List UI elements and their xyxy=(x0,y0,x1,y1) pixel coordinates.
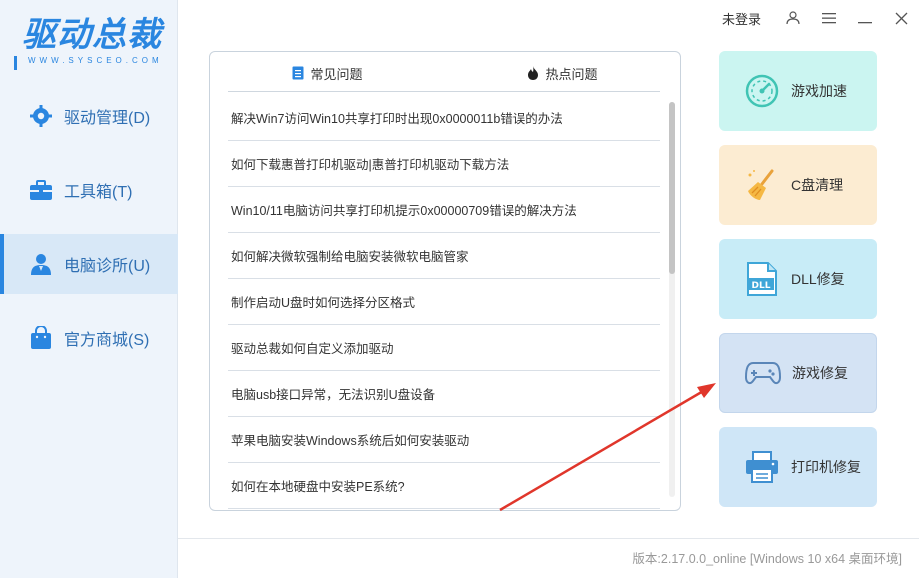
scrollbar-thumb[interactable] xyxy=(669,102,675,274)
faq-tabs: 常见问题 热点问题 xyxy=(210,52,680,94)
sidebar-item-driver-management[interactable]: 驱动管理(D) xyxy=(0,86,178,146)
doctor-icon xyxy=(28,251,54,277)
sidebar: 驱动总裁 WWW.SYSCEO.COM 驱动管理(D) 工具箱(T) 电脑诊所(… xyxy=(0,0,178,578)
tab-label: 常见问题 xyxy=(310,66,363,82)
dll-file-icon: DLL xyxy=(743,260,781,298)
sidebar-item-label: 驱动管理(D) xyxy=(64,110,151,127)
scrollbar[interactable] xyxy=(669,102,675,497)
card-label: 打印机修复 xyxy=(791,459,861,475)
svg-text:DLL: DLL xyxy=(752,281,771,291)
broom-icon xyxy=(743,166,781,204)
sidebar-item-pc-clinic[interactable]: 电脑诊所(U) xyxy=(0,234,178,294)
version-text: 版本:2.17.0.0_online [Windows 10 x64 桌面环境] xyxy=(632,552,902,566)
card-label: 游戏加速 xyxy=(791,83,847,99)
list-item[interactable]: Win10/11电脑访问共享打印机提示0x00000709错误的解决方法 xyxy=(228,187,660,233)
footer-divider xyxy=(178,538,919,539)
menu-icon[interactable] xyxy=(811,0,847,36)
printer-repair-button[interactable]: 打印机修复 xyxy=(719,427,877,507)
tab-hot-questions[interactable]: 热点问题 xyxy=(445,52,680,94)
dll-repair-button[interactable]: DLL DLL修复 xyxy=(719,239,877,319)
document-icon xyxy=(292,66,304,80)
list-item[interactable]: 苹果电脑安装Windows系统后如何安装驱动 xyxy=(228,417,660,463)
minimize-icon[interactable] xyxy=(847,0,883,36)
app-logo: 驱动总裁 WWW.SYSCEO.COM xyxy=(14,16,164,76)
card-label: C盘清理 xyxy=(791,177,844,193)
list-item[interactable]: 如何在本地硬盘中安装PE系统? xyxy=(228,463,660,509)
game-repair-button[interactable]: 游戏修复 xyxy=(719,333,877,413)
logo-text: 驱动总裁 xyxy=(22,16,162,54)
sidebar-item-official-store[interactable]: 官方商城(S) xyxy=(0,308,178,368)
c-drive-cleanup-button[interactable]: C盘清理 xyxy=(719,145,877,225)
logo-subtext: WWW.SYSCEO.COM xyxy=(28,56,163,65)
logo-accent-bar xyxy=(14,56,26,70)
tab-divider xyxy=(228,91,660,92)
close-icon[interactable] xyxy=(883,0,919,36)
game-boost-button[interactable]: 游戏加速 xyxy=(719,51,877,131)
list-item[interactable]: 如何下载惠普打印机驱动|惠普打印机驱动下载方法 xyxy=(228,141,660,187)
sidebar-item-toolbox[interactable]: 工具箱(T) xyxy=(0,160,178,220)
shopping-bag-icon xyxy=(28,325,54,351)
card-label: 游戏修复 xyxy=(792,365,848,381)
list-item[interactable]: 制作启动U盘时如何选择分区格式 xyxy=(228,279,660,325)
toolbox-icon xyxy=(28,177,54,203)
list-item[interactable]: 电脑usb接口异常，无法识别U盘设备 xyxy=(228,371,660,417)
speedometer-icon xyxy=(743,72,781,110)
window-titlebar: 未登录 xyxy=(722,0,919,36)
gamepad-icon xyxy=(744,354,782,392)
login-status-text[interactable]: 未登录 xyxy=(722,9,761,28)
list-item[interactable]: 如何解决微软强制给电脑安装微软电脑管家 xyxy=(228,233,660,279)
question-list: 解决Win7访问Win10共享打印时出现0x0000011b错误的办法 如何下载… xyxy=(228,95,660,509)
gear-icon xyxy=(28,103,54,129)
flame-icon xyxy=(527,66,539,80)
user-icon[interactable] xyxy=(775,0,811,36)
faq-panel: 常见问题 热点问题 解决Win7访问Win10共享打印时出现0x0000011b… xyxy=(209,51,681,511)
printer-icon xyxy=(743,448,781,486)
tab-common-questions[interactable]: 常见问题 xyxy=(210,52,445,94)
list-item[interactable]: 解决Win7访问Win10共享打印时出现0x0000011b错误的办法 xyxy=(228,95,660,141)
sidebar-item-label: 电脑诊所(U) xyxy=(64,258,151,275)
list-item[interactable]: 驱动总裁如何自定义添加驱动 xyxy=(228,325,660,371)
sidebar-item-label: 工具箱(T) xyxy=(64,184,133,201)
card-label: DLL修复 xyxy=(791,271,845,287)
sidebar-item-label: 官方商城(S) xyxy=(64,332,150,349)
tab-label: 热点问题 xyxy=(545,66,598,82)
